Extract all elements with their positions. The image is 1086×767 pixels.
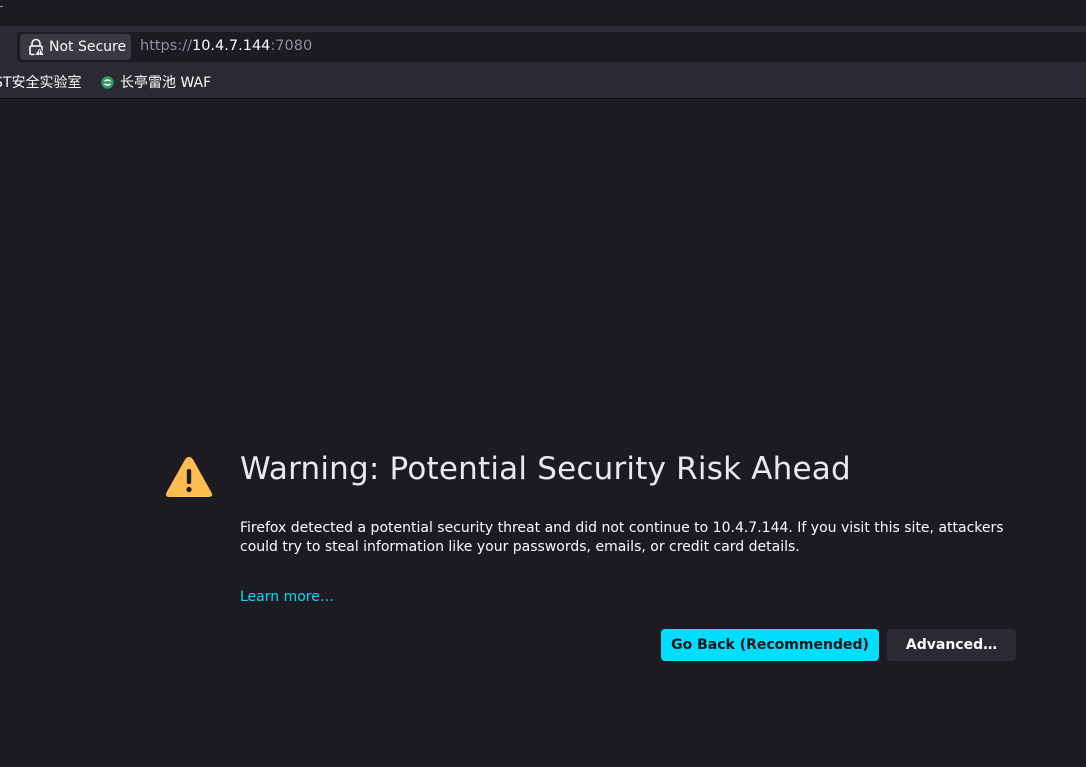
page-title: Warning: Potential Security Risk Ahead (240, 451, 851, 487)
warning-icon (165, 457, 213, 497)
bookmark-safeline-waf[interactable]: 长亭雷池 WAF (101, 72, 211, 92)
url-scheme: https:// (140, 38, 192, 54)
error-page: Warning: Potential Security Risk Ahead F… (0, 99, 1086, 767)
error-description: Firefox detected a potential security th… (240, 520, 1004, 555)
url-bar[interactable]: Not Secure https://10.4.7.144:7080 (17, 32, 1086, 62)
learn-more-link[interactable]: Learn more… (240, 589, 334, 605)
url-host: 10.4.7.144 (191, 38, 271, 54)
insecure-lock-icon (29, 38, 45, 56)
url-text[interactable]: https://10.4.7.144:7080 (140, 38, 312, 54)
navigation-toolbar: Not Secure https://10.4.7.144:7080 (0, 26, 1086, 64)
url-port: :7080 (270, 38, 313, 54)
bookmark-st-lab[interactable]: ST安全实验室 (0, 72, 81, 92)
title-bar-tick (0, 6, 3, 7)
title-bar (0, 0, 1086, 26)
site-identity-button[interactable]: Not Secure (20, 34, 131, 60)
bookmarks-toolbar: ST安全实验室 长亭雷池 WAF (0, 64, 1086, 99)
waf-favicon-icon (101, 75, 114, 89)
go-back-button[interactable]: Go Back (Recommended) (661, 629, 879, 661)
bookmark-label: ST安全实验室 (0, 75, 82, 91)
advanced-button[interactable]: Advanced… (887, 629, 1016, 661)
bookmark-label: 长亭雷池 WAF (120, 75, 212, 91)
not-secure-label: Not Secure (49, 39, 127, 55)
